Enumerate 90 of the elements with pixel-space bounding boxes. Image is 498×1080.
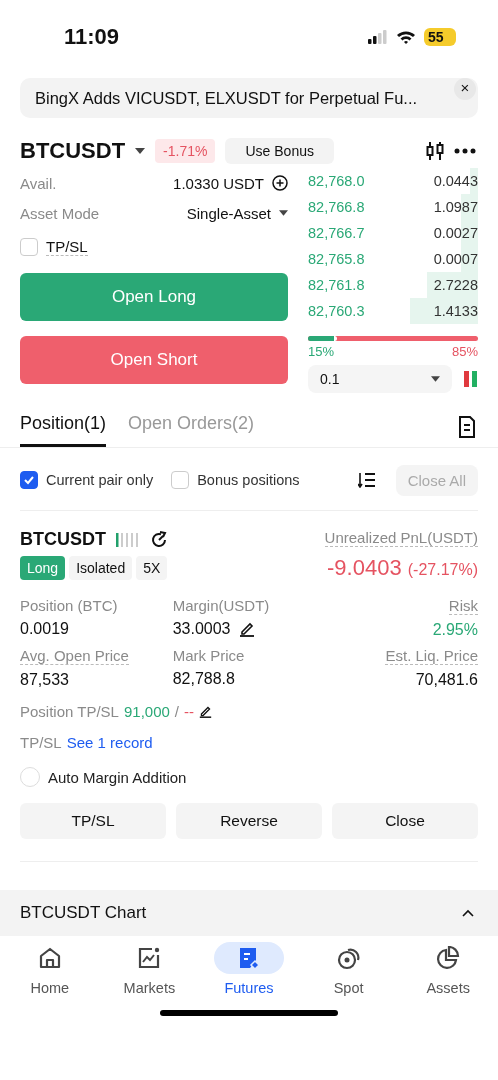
- pnl-label: Unrealized PnL(USDT): [324, 529, 478, 547]
- coins-icon: [336, 946, 361, 970]
- pnl-value: -9.0403 (-27.17%): [327, 555, 478, 581]
- chart-section-header[interactable]: BTCUSDT Chart: [0, 890, 498, 936]
- caret-icon[interactable]: [279, 210, 288, 216]
- nav-tab[interactable]: Markets: [104, 942, 195, 996]
- buy-ratio-label: 15%: [308, 344, 335, 359]
- separator-slash: /: [174, 703, 179, 720]
- caret-icon[interactable]: [135, 148, 146, 154]
- tpsl-checkbox[interactable]: [20, 238, 38, 256]
- order-book-row[interactable]: 82,766.8 1.0987: [308, 194, 478, 220]
- stop-loss-value: --: [184, 703, 194, 720]
- stat-label: Risk: [448, 597, 478, 615]
- price-change-badge: -1.71%: [155, 139, 216, 163]
- position-tag: Isolated: [69, 556, 133, 580]
- pie-chart-icon: [436, 946, 461, 970]
- stat-label: Mark Price: [172, 647, 245, 664]
- signal-icon: [368, 30, 388, 44]
- stat-value: 33.0003: [172, 620, 231, 638]
- stat-value: 0.0019: [20, 620, 69, 638]
- tab[interactable]: Position(1): [20, 407, 107, 447]
- stat-value: 87,533: [20, 671, 69, 689]
- position-action-button[interactable]: Close: [332, 803, 478, 839]
- chart-section-title: BTCUSDT Chart: [20, 903, 147, 923]
- bid-quantity: 0.0007: [433, 251, 478, 267]
- check-icon: [23, 474, 35, 486]
- candlestick-icon[interactable]: [426, 141, 444, 161]
- collapse-icon[interactable]: [462, 909, 474, 917]
- position-tpsl-label: Position TP/SL: [20, 703, 119, 720]
- filter-checkbox[interactable]: [20, 471, 38, 489]
- use-bonus-button[interactable]: Use Bonus: [225, 138, 334, 164]
- book-layout-icon[interactable]: [464, 370, 478, 388]
- nav-tab[interactable]: Assets: [403, 942, 494, 996]
- bid-quantity: 2.7228: [433, 277, 478, 293]
- nav-tab[interactable]: Futures: [204, 942, 294, 996]
- order-book-row[interactable]: 82,761.8 2.7228: [308, 272, 478, 298]
- bid-quantity: 0.0443: [433, 173, 478, 189]
- close-button[interactable]: ×: [454, 78, 476, 100]
- home-icon: [37, 946, 62, 970]
- stat-label: Position (BTC): [20, 597, 118, 614]
- order-book-row[interactable]: 82,768.0 0.0443: [308, 168, 478, 194]
- position-symbol: BTCUSDT: [20, 529, 106, 550]
- position-tag: 5X: [136, 556, 168, 580]
- asset-mode-value[interactable]: Single-Asset: [186, 204, 271, 222]
- avail-label: Avail.: [20, 174, 57, 192]
- stat-label: Margin(USDT): [172, 597, 270, 614]
- announcement-banner[interactable]: BingX Adds VICUSDT, ELXUSDT for Perpetual Fu... ×: [20, 78, 478, 118]
- battery-level: 55: [424, 28, 456, 46]
- order-book-row[interactable]: 82,765.8 0.0007: [308, 246, 478, 272]
- precision-dropdown[interactable]: 0.1: [308, 365, 452, 393]
- nav-tab[interactable]: Home: [4, 942, 95, 996]
- take-profit-value: 91,000: [123, 703, 170, 720]
- position-action-button[interactable]: Reverse: [176, 803, 322, 839]
- avail-value: 1.0330 USDT: [173, 174, 264, 192]
- stat-value: 82,788.8: [172, 670, 235, 688]
- add-icon[interactable]: [272, 175, 288, 191]
- tpsl-record-label: TP/SL: [20, 734, 62, 751]
- tpsl-label: TP/SL: [46, 238, 88, 256]
- more-icon[interactable]: [454, 148, 476, 154]
- order-book-row[interactable]: 82,766.7 0.0027: [308, 220, 478, 246]
- sell-ratio-label: 85%: [451, 344, 478, 359]
- order-book-row[interactable]: 82,760.3 1.4133: [308, 298, 478, 324]
- symbol-title[interactable]: BTCUSDT: [20, 138, 126, 164]
- asset-mode-label: Asset Mode: [20, 204, 100, 222]
- sort-icon[interactable]: [357, 472, 376, 488]
- chart-icon: [137, 946, 162, 970]
- share-icon[interactable]: [150, 530, 168, 549]
- filter-label: Current pair only: [46, 472, 154, 488]
- bid-quantity: 1.4133: [433, 303, 478, 319]
- stat-value: 70,481.6: [415, 671, 478, 689]
- caret-icon: [431, 376, 440, 382]
- auto-margin-label: Auto Margin Addition: [48, 768, 187, 786]
- position-action-button[interactable]: TP/SL: [20, 803, 166, 839]
- stat-value: 2.95%: [432, 621, 478, 639]
- bid-quantity: 0.0027: [433, 225, 478, 241]
- document-icon[interactable]: [458, 416, 476, 438]
- stat-label: Avg. Open Price: [20, 647, 129, 665]
- see-record-link[interactable]: See 1 record: [66, 734, 153, 751]
- announcement-text: BingX Adds VICUSDT, ELXUSDT for Perpetual Fu...: [35, 88, 418, 108]
- filter-label: Bonus positions: [197, 472, 300, 488]
- futures-icon: [237, 946, 261, 970]
- stat-label: Est. Liq. Price: [385, 647, 478, 665]
- edit-icon[interactable]: [238, 621, 255, 637]
- status-time: 11:09: [64, 24, 120, 50]
- wifi-icon: [396, 30, 416, 44]
- edit-icon[interactable]: [199, 705, 212, 718]
- nav-tab[interactable]: Spot: [303, 942, 394, 996]
- bid-quantity: 1.0987: [433, 199, 478, 215]
- side-tag: Long: [20, 556, 66, 580]
- risk-meter-icon: [116, 531, 140, 548]
